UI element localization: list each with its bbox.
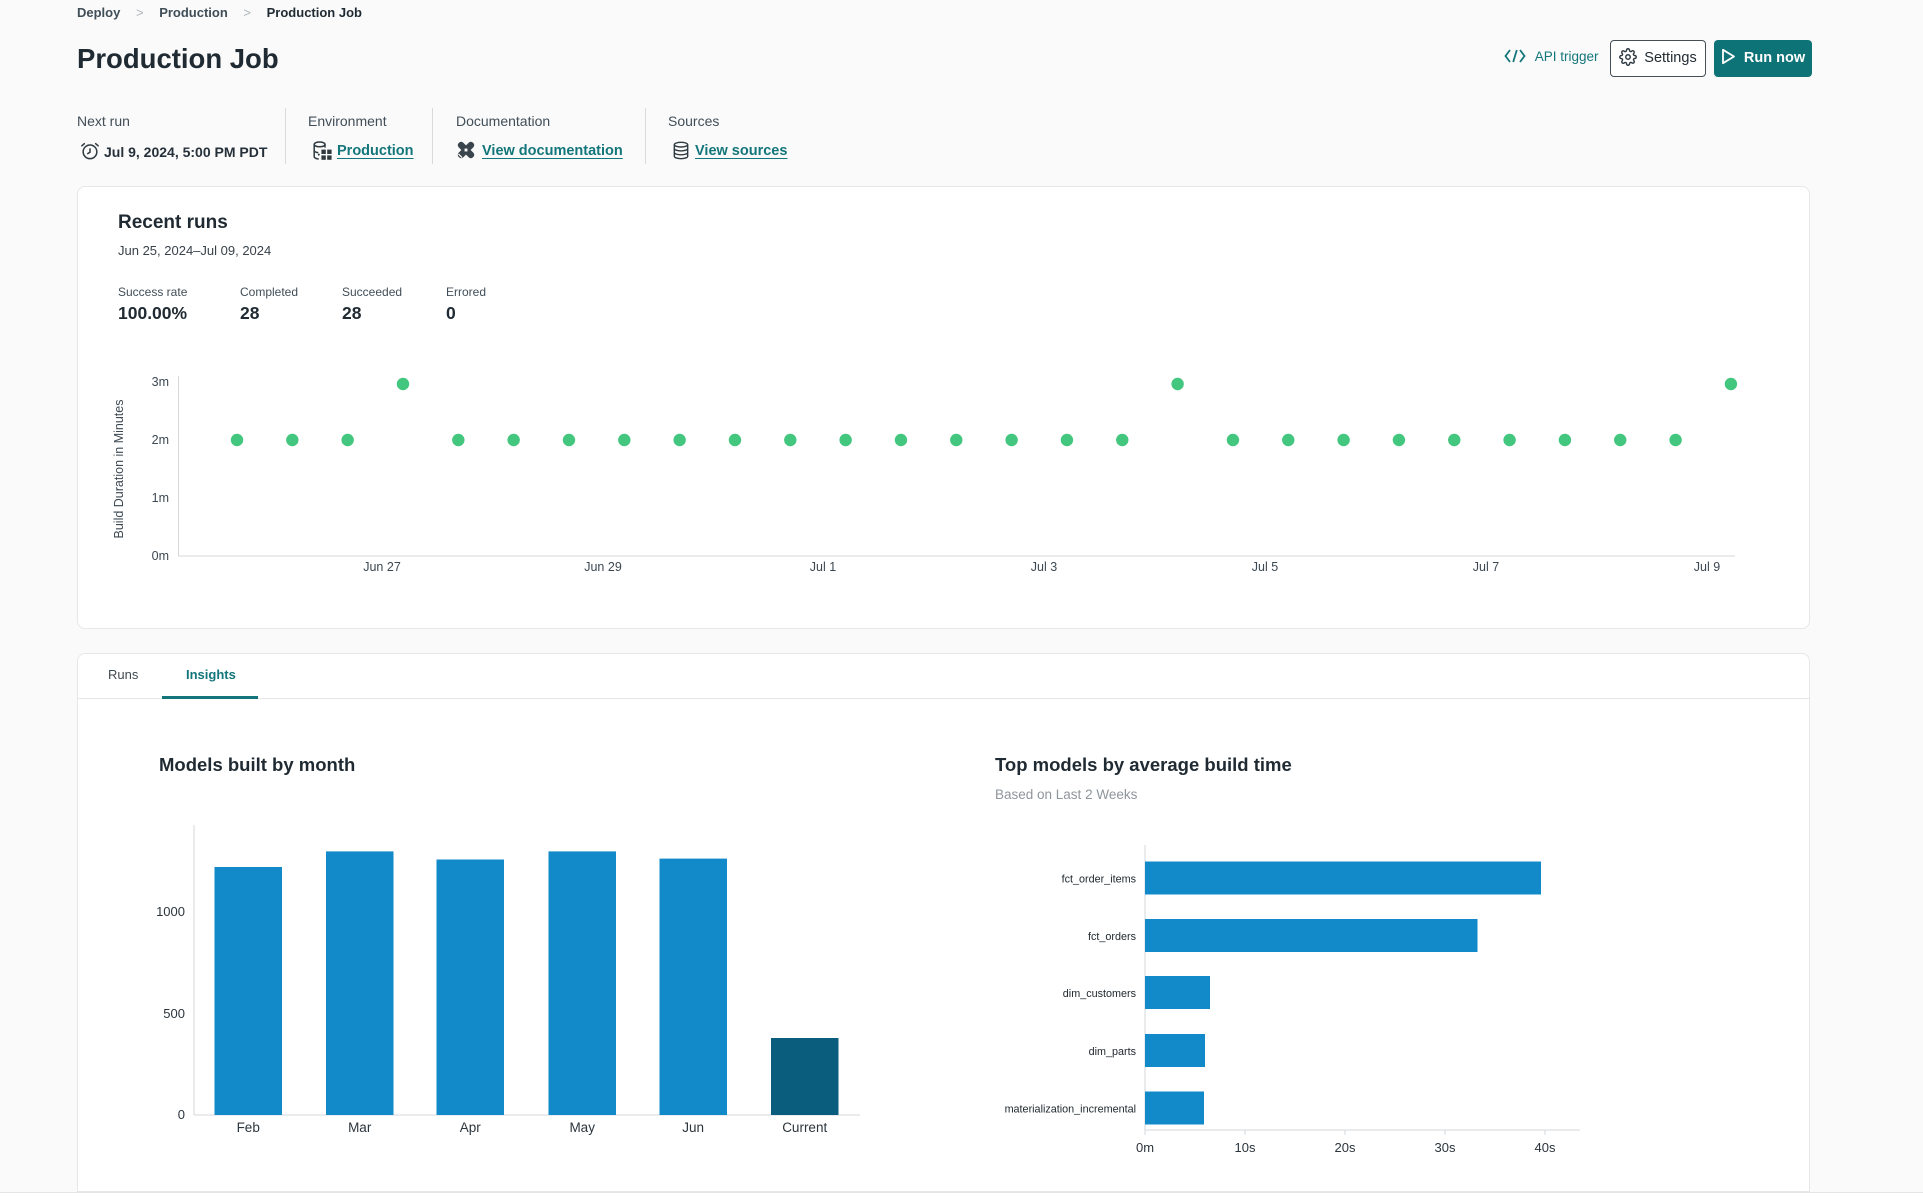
svg-text:fct_order_items: fct_order_items <box>1062 874 1137 886</box>
svg-text:1000: 1000 <box>156 904 185 919</box>
svg-text:30s: 30s <box>1435 1140 1456 1155</box>
svg-text:0m: 0m <box>152 549 169 563</box>
svg-text:0m: 0m <box>1136 1140 1154 1155</box>
svg-text:2m: 2m <box>152 433 169 447</box>
svg-text:Jun 29: Jun 29 <box>584 560 622 574</box>
svg-text:Jun: Jun <box>682 1120 704 1135</box>
svg-text:Build Duration in Minutes: Build Duration in Minutes <box>112 400 126 539</box>
svg-text:40s: 40s <box>1535 1140 1556 1155</box>
svg-text:Jul 1: Jul 1 <box>810 560 836 574</box>
svg-text:Jul 7: Jul 7 <box>1473 560 1499 574</box>
svg-text:10s: 10s <box>1235 1140 1256 1155</box>
svg-text:dim_customers: dim_customers <box>1063 988 1137 1000</box>
svg-text:Apr: Apr <box>460 1120 482 1135</box>
svg-text:Jul 9: Jul 9 <box>1694 560 1720 574</box>
svg-text:Jun 27: Jun 27 <box>363 560 401 574</box>
svg-text:1m: 1m <box>152 491 169 505</box>
svg-text:Jul 3: Jul 3 <box>1031 560 1057 574</box>
svg-text:Feb: Feb <box>237 1120 260 1135</box>
svg-text:500: 500 <box>163 1006 185 1021</box>
svg-text:Current: Current <box>782 1120 827 1135</box>
svg-text:Mar: Mar <box>348 1120 372 1135</box>
svg-text:3m: 3m <box>152 375 169 389</box>
svg-text:materialization_incremental: materialization_incremental <box>1005 1104 1136 1116</box>
svg-text:0: 0 <box>178 1107 185 1122</box>
svg-text:May: May <box>569 1120 595 1135</box>
svg-text:dim_parts: dim_parts <box>1089 1046 1137 1058</box>
svg-text:20s: 20s <box>1335 1140 1356 1155</box>
svg-text:fct_orders: fct_orders <box>1088 931 1137 943</box>
svg-text:Jul 5: Jul 5 <box>1252 560 1278 574</box>
